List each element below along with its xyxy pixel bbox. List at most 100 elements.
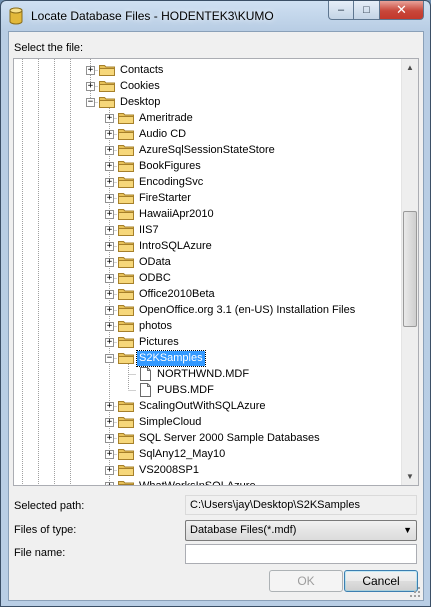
tree-folder-item[interactable]: + VS2008SP1: [14, 462, 402, 478]
tree-folder-item[interactable]: + OpenOffice.org 3.1 (en-US) Installation…: [14, 302, 402, 318]
expand-plus-icon[interactable]: +: [105, 146, 114, 155]
title-bar[interactable]: Locate Database Files - HODENTEK3\KUMO –…: [1, 1, 430, 31]
tree-item-label: Cookies: [120, 80, 160, 92]
expand-plus-icon[interactable]: +: [86, 82, 95, 91]
expand-plus-icon[interactable]: +: [105, 290, 114, 299]
expand-plus-icon[interactable]: +: [105, 322, 114, 331]
tree-folder-item[interactable]: + OData: [14, 254, 402, 270]
folder-icon: [118, 257, 134, 268]
folder-icon: [118, 321, 134, 332]
tree-folder-item[interactable]: + IIS7: [14, 222, 402, 238]
expand-plus-icon[interactable]: +: [105, 226, 114, 235]
tree-folder-item[interactable]: + ODBC: [14, 270, 402, 286]
expand-plus-icon[interactable]: +: [105, 402, 114, 411]
tree-folder-item[interactable]: + Contacts: [14, 62, 402, 78]
folder-icon: [118, 305, 134, 316]
tree-item-label: WhatWorksInSQLAzure: [139, 480, 256, 486]
tree-item-label: VS2008SP1: [139, 464, 199, 476]
expand-plus-icon[interactable]: +: [105, 466, 114, 475]
collapse-minus-icon[interactable]: −: [86, 98, 95, 107]
tree-folder-item[interactable]: + EncodingSvc: [14, 174, 402, 190]
expand-plus-icon[interactable]: +: [105, 114, 114, 123]
expand-plus-icon[interactable]: +: [105, 178, 114, 187]
folder-icon: [118, 241, 134, 252]
expand-plus-icon[interactable]: +: [86, 66, 95, 75]
tree-folder-item[interactable]: + Audio CD: [14, 126, 402, 142]
vertical-scrollbar[interactable]: ▲ ▼: [401, 59, 418, 485]
expand-plus-icon[interactable]: +: [105, 418, 114, 427]
tree-folder-item[interactable]: + HawaiiApr2010: [14, 206, 402, 222]
tree-folder-item[interactable]: + Ameritrade: [14, 110, 402, 126]
tree-file-item[interactable]: PUBS.MDF: [14, 382, 402, 398]
collapse-minus-icon[interactable]: −: [105, 354, 114, 363]
files-of-type-select[interactable]: Database Files(*.mdf) ▼: [185, 520, 417, 541]
folder-icon: [118, 465, 134, 476]
file-tree[interactable]: + Contacts + Cookies − Desktop + Ameritrade + Aud…: [13, 58, 419, 486]
folder-icon: [118, 481, 134, 485]
tree-folder-item[interactable]: + FireStarter: [14, 190, 402, 206]
expand-plus-icon[interactable]: +: [105, 210, 114, 219]
tree-item-label: IIS7: [139, 224, 159, 236]
dialog-window: Locate Database Files - HODENTEK3\KUMO –…: [0, 0, 431, 607]
tree-item-label: EncodingSvc: [139, 176, 204, 188]
tree-item-label: Ameritrade: [139, 112, 193, 124]
document-file-icon: [140, 383, 151, 397]
expand-plus-icon[interactable]: +: [105, 306, 114, 315]
expand-plus-icon[interactable]: +: [105, 162, 114, 171]
maximize-button[interactable]: □: [354, 1, 380, 20]
folder-icon: [118, 417, 134, 428]
expand-plus-icon[interactable]: +: [105, 338, 114, 347]
expand-plus-icon[interactable]: +: [105, 434, 114, 443]
scroll-up-arrow-icon[interactable]: ▲: [402, 59, 418, 76]
close-button[interactable]: ✕: [380, 1, 424, 20]
tree-item-label: SimpleCloud: [139, 416, 202, 428]
scroll-down-arrow-icon[interactable]: ▼: [402, 468, 418, 485]
folder-icon: [99, 81, 115, 92]
folder-icon: [118, 225, 134, 236]
expand-plus-icon[interactable]: +: [105, 274, 114, 283]
folder-icon: [118, 177, 134, 188]
tree-folder-item[interactable]: + Cookies: [14, 78, 402, 94]
expand-plus-icon[interactable]: +: [105, 482, 114, 485]
tree-folder-item[interactable]: + SimpleCloud: [14, 414, 402, 430]
tree-folder-item[interactable]: − Desktop: [14, 94, 402, 110]
tree-item-label: OpenOffice.org 3.1 (en-US) Installation …: [139, 304, 356, 316]
tree-folder-item[interactable]: + SqlAny12_May10: [14, 446, 402, 462]
tree-folder-item[interactable]: + AzureSqlSessionStateStore: [14, 142, 402, 158]
tree-item-label: AzureSqlSessionStateStore: [139, 144, 275, 156]
tree-item-label: Desktop: [120, 96, 161, 108]
tree-folder-item[interactable]: + BookFigures: [14, 158, 402, 174]
tree-item-label: IntroSQLAzure: [139, 240, 212, 252]
scroll-thumb[interactable]: [403, 211, 417, 327]
selected-path-label: Selected path:: [14, 500, 85, 512]
file-name-input[interactable]: [185, 544, 417, 564]
tree-folder-item[interactable]: − S2KSamples: [14, 350, 402, 367]
folder-icon: [118, 209, 134, 220]
files-of-type-value: Database Files(*.mdf): [190, 524, 297, 536]
expand-plus-icon[interactable]: +: [105, 450, 114, 459]
minimize-button[interactable]: –: [328, 1, 354, 20]
tree-item-label: Contacts: [120, 64, 164, 76]
tree-folder-item[interactable]: + ScalingOutWithSQLAzure: [14, 398, 402, 414]
expand-plus-icon[interactable]: +: [105, 194, 114, 203]
expand-plus-icon[interactable]: +: [105, 258, 114, 267]
expand-plus-icon[interactable]: +: [105, 242, 114, 251]
tree-item-label: Office2010Beta: [139, 288, 215, 300]
tree-folder-item[interactable]: + Pictures: [14, 334, 402, 350]
folder-icon: [118, 273, 134, 284]
ok-button[interactable]: OK: [269, 570, 343, 592]
tree-item-label: Audio CD: [139, 128, 187, 140]
tree-folder-item[interactable]: + WhatWorksInSQLAzure: [14, 478, 402, 486]
resize-grip-icon[interactable]: [409, 586, 421, 598]
tree-file-item[interactable]: NORTHWND.MDF: [14, 366, 402, 382]
tree-folder-item[interactable]: + Office2010Beta: [14, 286, 402, 302]
folder-icon: [118, 129, 134, 140]
expand-plus-icon[interactable]: +: [105, 130, 114, 139]
folder-icon: [118, 401, 134, 412]
folder-icon: [118, 289, 134, 300]
cancel-button[interactable]: Cancel: [344, 570, 418, 592]
tree-item-label: ODBC: [139, 272, 171, 284]
tree-folder-item[interactable]: + photos: [14, 318, 402, 334]
tree-folder-item[interactable]: + SQL Server 2000 Sample Databases: [14, 430, 402, 446]
tree-folder-item[interactable]: + IntroSQLAzure: [14, 238, 402, 254]
